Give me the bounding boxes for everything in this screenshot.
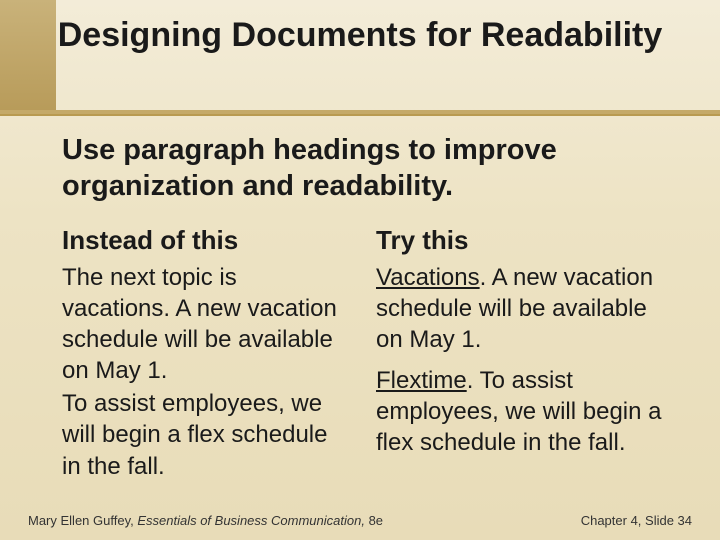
- column-try: Try this Vacations. A new vacation sched…: [376, 225, 664, 484]
- column-heading-right: Try this: [376, 225, 664, 256]
- left-paragraph-2: To assist employees, we will begin a fle…: [62, 388, 350, 482]
- footer-page-ref: Chapter 4, Slide 34: [581, 513, 692, 528]
- slide-title: Designing Documents for Readability: [0, 14, 720, 57]
- footer-book-title: Essentials of Business Communication,: [137, 513, 368, 528]
- comparison-columns: Instead of this The next topic is vacati…: [62, 225, 664, 484]
- footer-author: Mary Ellen Guffey,: [28, 513, 137, 528]
- column-heading-left: Instead of this: [62, 225, 350, 256]
- footer-edition: 8e: [369, 513, 383, 528]
- column-instead: Instead of this The next topic is vacati…: [62, 225, 350, 484]
- column-body-left: The next topic is vacations. A new vacat…: [62, 262, 350, 482]
- slide-footer: Mary Ellen Guffey, Essentials of Busines…: [28, 513, 692, 528]
- runin-heading-flextime: Flextime: [376, 367, 467, 394]
- column-body-right: Vacations. A new vacation schedule will …: [376, 262, 664, 459]
- footer-citation: Mary Ellen Guffey, Essentials of Busines…: [28, 513, 383, 528]
- runin-heading-vacations: Vacations: [376, 264, 480, 291]
- left-paragraph-1: The next topic is vacations. A new vacat…: [62, 262, 350, 387]
- slide-subtitle: Use paragraph headings to improve organi…: [62, 132, 664, 205]
- right-paragraph-2: Flextime. To assist employees, we will b…: [376, 365, 664, 459]
- right-paragraph-1: Vacations. A new vacation schedule will …: [376, 262, 664, 356]
- slide-content: Use paragraph headings to improve organi…: [0, 114, 720, 484]
- title-divider-thin: [0, 114, 720, 116]
